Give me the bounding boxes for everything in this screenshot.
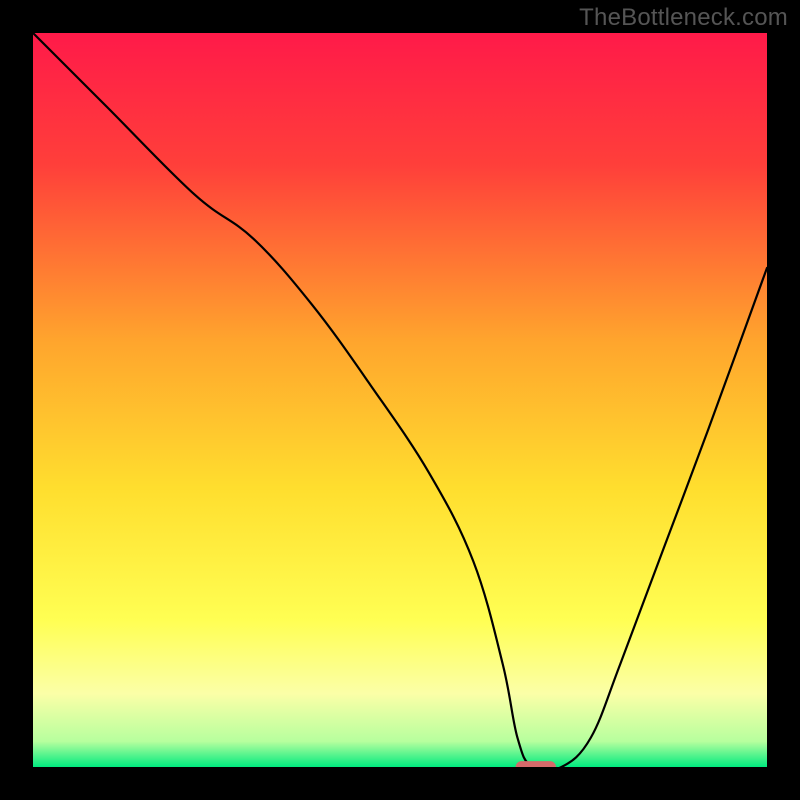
bottleneck-chart bbox=[0, 0, 800, 800]
watermark-text: TheBottleneck.com bbox=[579, 4, 788, 32]
optimal-marker bbox=[516, 761, 556, 773]
chart-frame: TheBottleneck.com bbox=[0, 0, 800, 800]
